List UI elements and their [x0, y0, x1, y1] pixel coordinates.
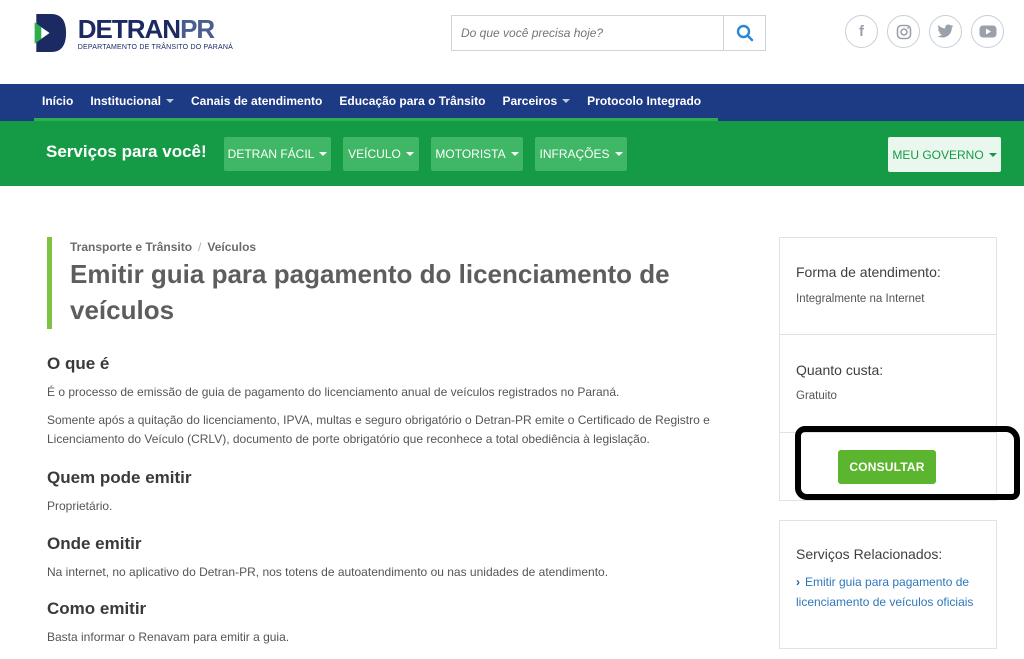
section-heading: Onde emitir	[47, 534, 142, 553]
twitter-icon[interactable]	[929, 15, 962, 48]
detran-logo-icon	[34, 13, 67, 53]
related-service-link[interactable]: › Emitir guia para pagamento de licenciam…	[796, 572, 996, 612]
consultar-button[interactable]: CONSULTAR	[838, 450, 936, 484]
breadcrumb-item[interactable]: Veículos	[207, 240, 256, 254]
search-icon	[736, 24, 753, 42]
site-header: DETRANPR DEPARTAMENTO DE TRÂNSITO DO PAR…	[0, 0, 1024, 84]
instagram-icon[interactable]	[887, 15, 920, 48]
section-paragraph: Proprietário.	[47, 499, 113, 513]
section-paragraph: Basta informar o Renavam para emitir a g…	[47, 630, 290, 644]
services-title: Serviços para você!	[46, 142, 207, 161]
chevron-down-icon	[614, 152, 623, 156]
motorista-button[interactable]: MOTORISTA	[431, 137, 523, 171]
breadcrumb: Transporte e Trânsito / Veículos	[70, 240, 257, 254]
section-heading: O que é	[47, 354, 110, 373]
services-bar: Serviços para você! DETRAN FÁCIL VEÍCULO…	[0, 121, 1024, 186]
search-button[interactable]	[723, 16, 765, 50]
chevron-down-icon	[166, 99, 175, 103]
logo-subtitle: DEPARTAMENTO DE TRÂNSITO DO PARANÁ	[77, 43, 233, 51]
section-heading: Como emitir	[47, 599, 147, 618]
detran-logo[interactable]: DETRANPR DEPARTAMENTO DE TRÂNSITO DO PAR…	[33, 6, 233, 60]
chevron-down-icon	[988, 152, 997, 157]
custo-value: Gratuito	[796, 390, 837, 402]
page-title-block: Transporte e Trânsito / Veículos Emitir gu…	[47, 237, 737, 329]
forma-atendimento-label: Forma de atendimento:	[796, 264, 941, 280]
section-paragraph: Na internet, no aplicativo do Detran-PR,…	[47, 565, 609, 579]
chevron-down-icon	[319, 152, 328, 156]
nav-item-educacao[interactable]: Educação para o Trânsito	[331, 94, 494, 108]
section-paragraph: Somente após a quitação do licenciamento…	[47, 413, 710, 446]
chevron-down-icon	[562, 99, 571, 103]
forma-atendimento-value: Integralmente na Internet	[796, 293, 925, 305]
main-navigation: Início Institucional Canais de atendimen…	[0, 84, 1024, 121]
chevron-down-icon	[405, 152, 414, 156]
nav-item-protocolo[interactable]: Protocolo Integrado	[579, 94, 710, 108]
page-title: Emitir guia para pagamento do licenciame…	[70, 259, 670, 325]
breadcrumb-item[interactable]: Transporte e Trânsito	[70, 240, 192, 254]
nav-item-institucional[interactable]: Institucional	[82, 94, 183, 108]
facebook-icon[interactable]: f	[845, 15, 878, 48]
section-heading: Quem pode emitir	[47, 468, 192, 487]
chevron-right-icon: ›	[796, 575, 800, 589]
logo-name: DETRANPR	[77, 13, 215, 44]
search-input[interactable]	[452, 16, 723, 50]
nav-item-canais[interactable]: Canais de atendimento	[183, 94, 331, 108]
infracoes-button[interactable]: INFRAÇÕES	[535, 137, 627, 171]
detran-facil-button[interactable]: DETRAN FÁCIL	[224, 137, 331, 171]
related-services-label: Serviços Relacionados:	[796, 546, 943, 562]
custo-label: Quanto custa:	[796, 362, 884, 378]
meu-governo-button[interactable]: MEU GOVERNO	[888, 137, 1001, 172]
social-links: f	[845, 15, 1004, 48]
youtube-icon[interactable]	[971, 15, 1004, 48]
nav-item-parceiros[interactable]: Parceiros	[494, 94, 579, 108]
section-paragraph: É o processo de emissão de guia de pagam…	[47, 385, 620, 399]
veiculo-button[interactable]: VEÍCULO	[343, 137, 419, 171]
search-box	[451, 15, 766, 51]
chevron-down-icon	[510, 152, 519, 156]
nav-item-inicio[interactable]: Início	[34, 94, 82, 108]
